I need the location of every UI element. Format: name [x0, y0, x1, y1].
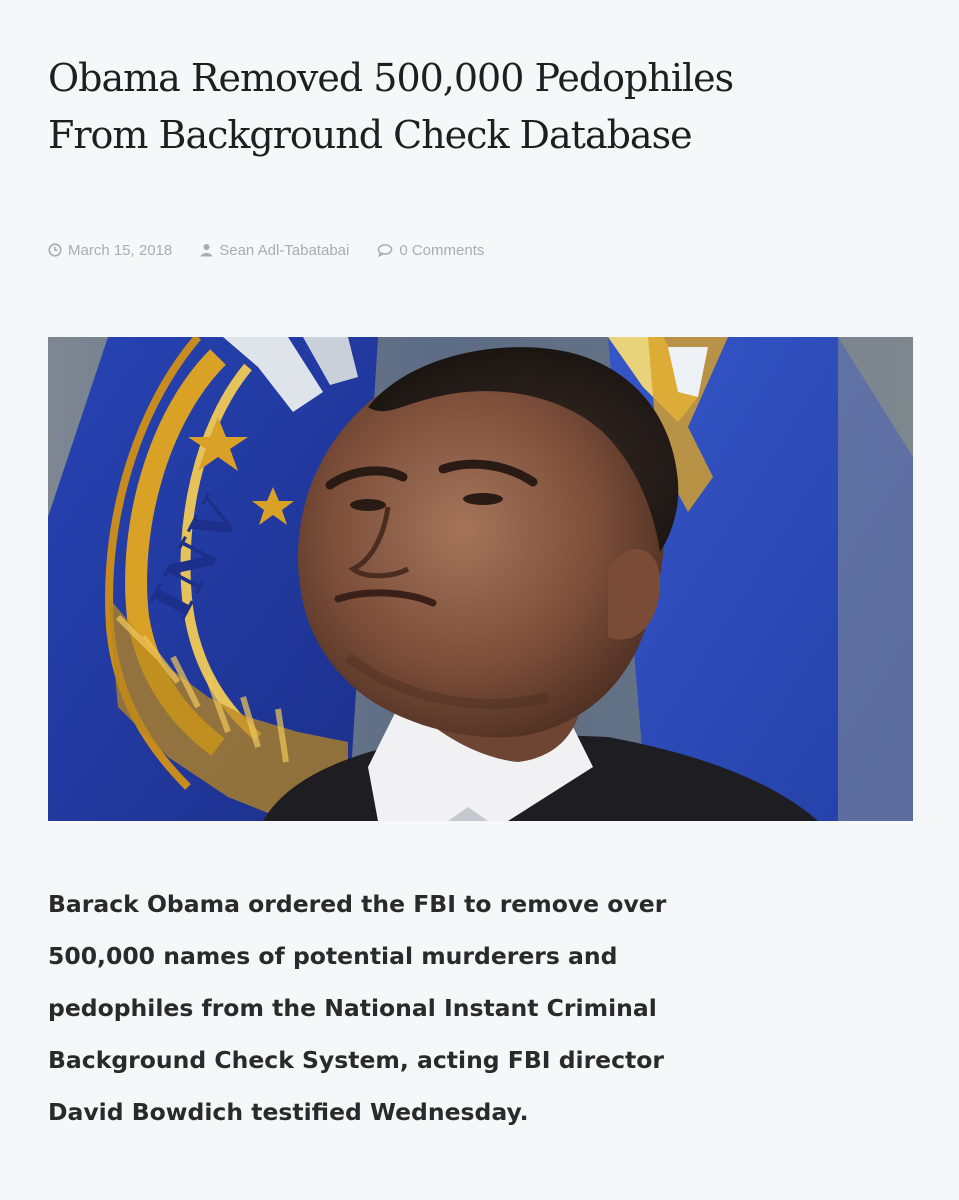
meta-date[interactable]: March 15, 2018 — [48, 242, 172, 259]
clock-icon — [48, 243, 62, 257]
lead-line-2: 500,000 names of potential murderers and — [48, 942, 618, 970]
meta-author[interactable]: Sean Adl-Tabatabai — [200, 242, 349, 259]
comment-icon — [377, 244, 393, 257]
user-icon — [201, 244, 213, 257]
meta-comments-label: 0 Comments — [399, 241, 485, 259]
article-hero-image[interactable]: INV — [48, 337, 913, 821]
article-lead-paragraph: Barack Obama ordered the FBI to remove o… — [48, 878, 908, 1138]
lead-line-4: Background Check System, acting FBI dire… — [48, 1046, 665, 1074]
meta-comments[interactable]: 0 Comments — [377, 242, 484, 259]
article-meta: March 15, 2018 Sean Adl-Tabatabai 0 Comm… — [48, 237, 512, 263]
lead-line-5: David Bowdich testified Wednesday. — [48, 1098, 529, 1126]
headline-line-2: From Background Check Database — [48, 113, 693, 157]
lead-line-1: Barack Obama ordered the FBI to remove o… — [48, 890, 667, 918]
lead-line-3: pedophiles from the National Instant Cri… — [48, 994, 657, 1022]
meta-author-label: Sean Adl-Tabatabai — [219, 241, 350, 259]
article-card: Obama Removed 500,000 Pedophiles From Ba… — [0, 0, 959, 1200]
headline-line-1: Obama Removed 500,000 Pedophiles — [48, 56, 734, 100]
article-headline[interactable]: Obama Removed 500,000 Pedophiles From Ba… — [48, 50, 908, 164]
meta-date-label: March 15, 2018 — [68, 241, 173, 259]
